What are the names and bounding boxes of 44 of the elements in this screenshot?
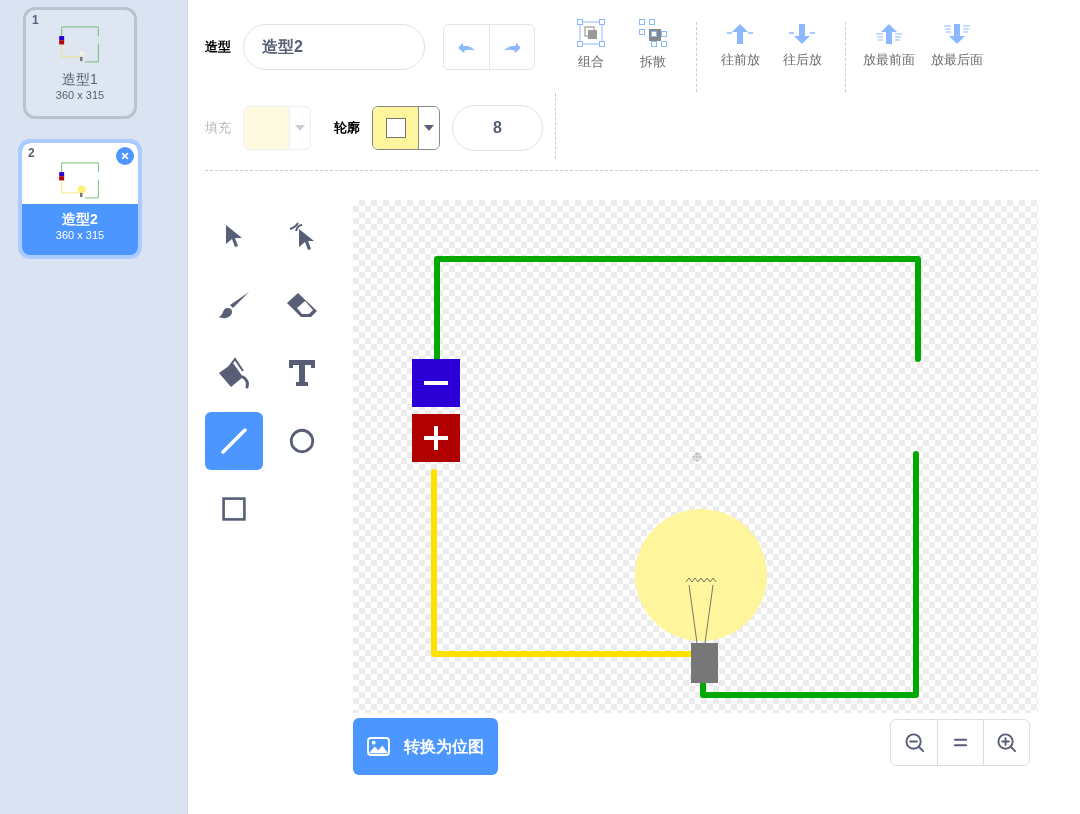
costume-label: 造型 [205, 38, 231, 57]
costume-size: 360 x 315 [55, 228, 105, 242]
outline-color-dropdown[interactable] [372, 106, 440, 150]
fill-label: 填充 [205, 119, 231, 138]
close-icon [121, 152, 129, 160]
brush-icon [217, 290, 251, 320]
group-icon [576, 18, 606, 48]
circle-icon [288, 427, 316, 455]
rectangle-icon [221, 496, 247, 522]
crosshair-icon [692, 452, 702, 462]
text-tool-icon [287, 358, 317, 388]
toolbar-button[interactable]: 拆散 [622, 18, 684, 72]
eraser-icon [285, 291, 319, 319]
costume-number: 2 [28, 145, 35, 162]
outline-width-field[interactable]: 8 [452, 105, 543, 151]
costume-name-field[interactable]: 造型2 [243, 24, 425, 70]
costume-number: 1 [32, 12, 39, 29]
zoom-in-icon [996, 732, 1017, 753]
arrow-down-icon [787, 22, 817, 46]
arrow-down-icon [942, 22, 972, 46]
reshape-cursor-icon [288, 221, 316, 253]
caret-icon [424, 125, 434, 131]
toolbar-button[interactable]: 组合 [560, 18, 622, 72]
costume-name: 造型2 [62, 210, 98, 228]
arrow-up-icon [725, 22, 755, 46]
line-icon [219, 426, 249, 456]
toolbar-button[interactable]: 往前放 [709, 22, 771, 70]
zoom-out-icon [903, 732, 925, 753]
caret-icon [295, 125, 305, 131]
tool-button[interactable] [205, 412, 263, 470]
arrow-up-icon [874, 22, 904, 46]
paint-bucket-icon [217, 357, 251, 389]
image-icon [367, 737, 390, 756]
toolbar-button[interactable]: 往后放 [771, 22, 833, 70]
costume-name: 造型1 [62, 70, 98, 88]
arrow-cursor-icon [224, 224, 244, 250]
ungroup-icon [638, 18, 668, 48]
costume-card[interactable]: 1 造型1 360 x 315 [23, 7, 137, 119]
costume-card[interactable]: 2 造型2 360 x 315 [18, 139, 142, 259]
outline-label: 轮廓 [334, 119, 360, 138]
toolbar-button[interactable]: 放最前面 [858, 22, 920, 70]
zoom-reset-icon [953, 737, 968, 748]
costume-size: 360 x 315 [55, 88, 105, 102]
toolbar-button[interactable]: 放最后面 [926, 22, 988, 70]
